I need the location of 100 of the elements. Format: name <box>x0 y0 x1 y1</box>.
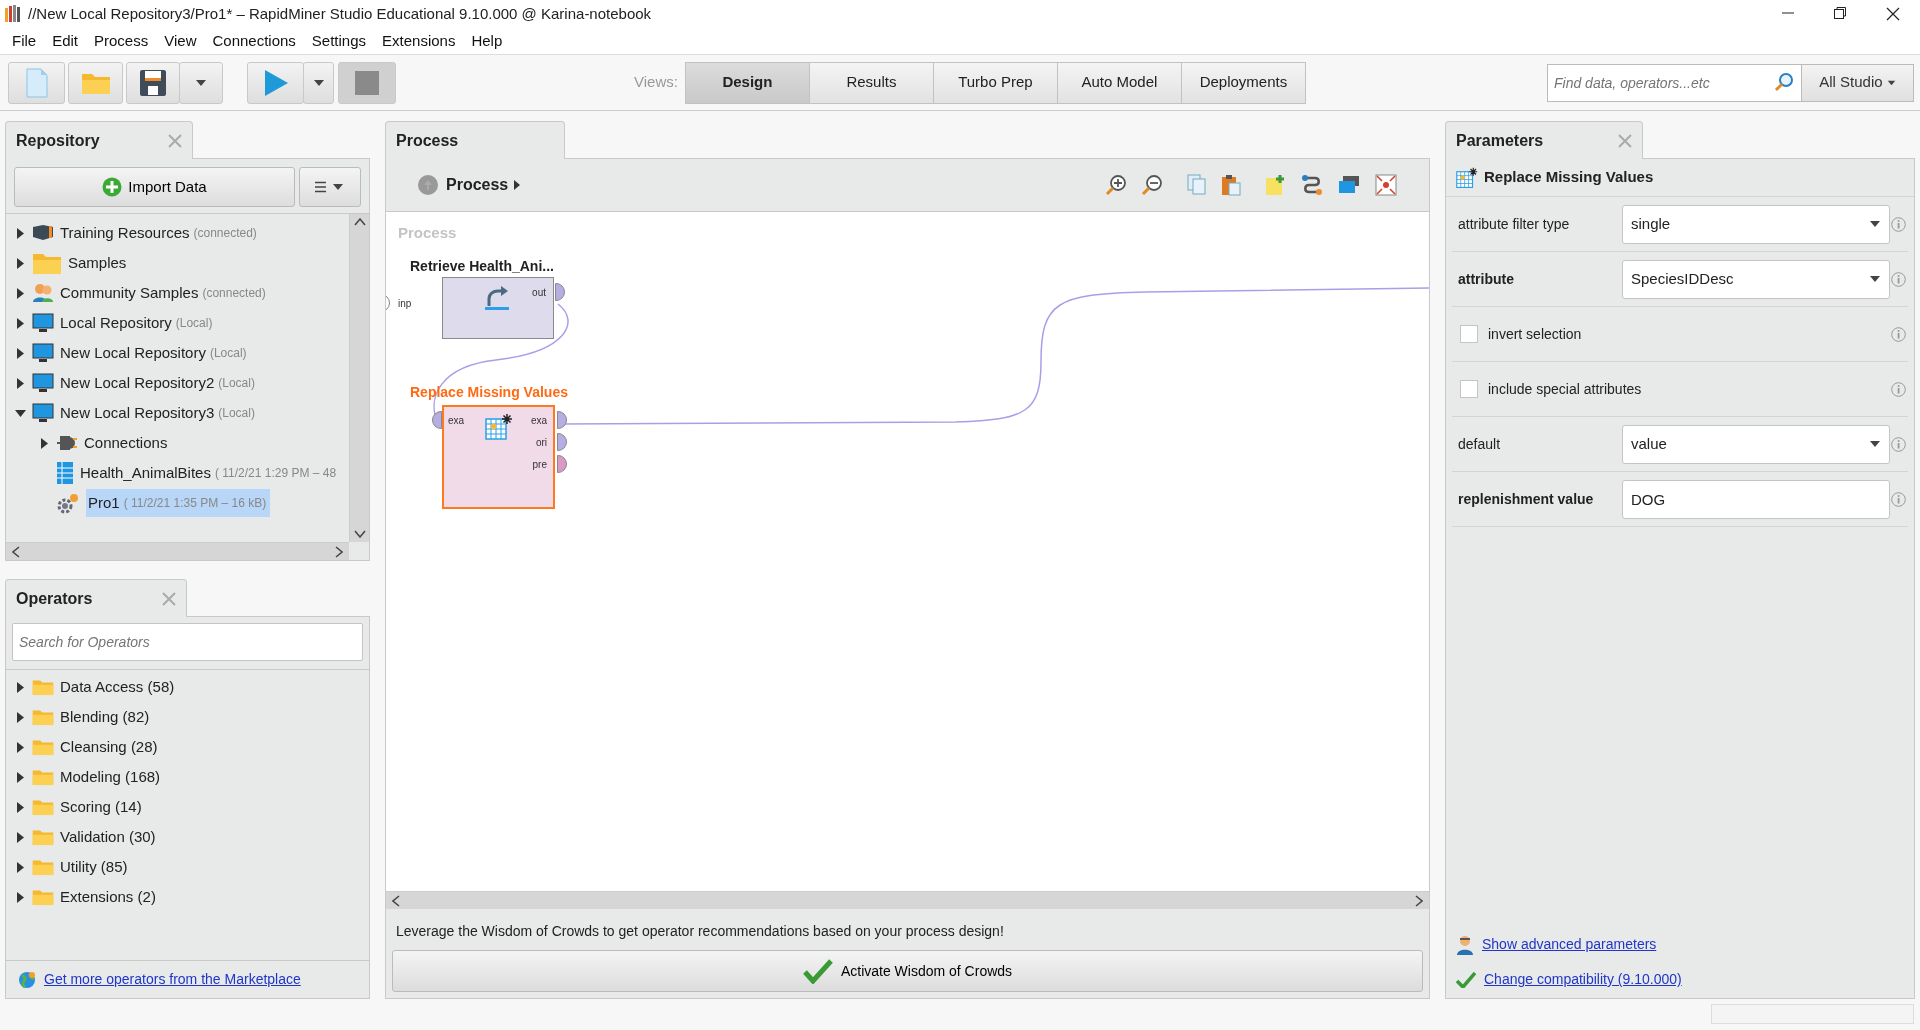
expand-icon[interactable] <box>40 437 48 449</box>
scope-dropdown[interactable]: All Studio <box>1802 63 1914 102</box>
operator-node[interactable] <box>442 405 555 509</box>
caret-icon <box>1869 220 1881 228</box>
activate-button[interactable]: Activate Wisdom of Crowds <box>392 950 1423 992</box>
expand-icon[interactable] <box>16 681 24 693</box>
parameter-link[interactable]: Show advanced parameters <box>1482 934 1657 955</box>
horizontal-scrollbar[interactable] <box>386 891 1429 909</box>
expand-icon[interactable] <box>16 377 24 389</box>
dropdown[interactable]: SpeciesIDDesc <box>1622 259 1890 299</box>
tree-item[interactable]: Connections <box>84 431 168 455</box>
tree-item[interactable]: Community Samples (connected) <box>60 281 266 305</box>
tree-item[interactable]: New Local Repository3 (Local) <box>60 401 255 425</box>
menu-item[interactable]: Extensions <box>374 29 464 53</box>
menu-item[interactable]: Help <box>463 29 511 53</box>
menu-icon <box>315 181 345 193</box>
dropdown[interactable]: value <box>1622 424 1890 464</box>
import-data-button[interactable]: Import Data <box>14 167 295 207</box>
search-field[interactable]: Search for Operators <box>12 623 363 661</box>
port[interactable] <box>557 433 567 451</box>
scroll-down-icon[interactable] <box>353 530 366 538</box>
operator-node[interactable] <box>442 277 554 339</box>
search-icon[interactable] <box>1774 71 1794 92</box>
menu-item[interactable]: Connections <box>204 29 304 53</box>
horizontal-scrollbar[interactable] <box>6 542 349 560</box>
zoom-out-icon[interactable] <box>1141 174 1163 196</box>
expand-icon[interactable] <box>16 257 24 269</box>
expand-icon[interactable] <box>16 227 24 239</box>
port[interactable] <box>432 411 442 429</box>
operator-group[interactable]: Blending (82) <box>60 705 150 729</box>
operator-group[interactable]: Extensions (2) <box>60 885 156 909</box>
expand-icon[interactable] <box>16 711 24 723</box>
expand-icon[interactable] <box>16 317 24 329</box>
expand-icon[interactable] <box>16 287 24 299</box>
port[interactable] <box>557 411 567 429</box>
tree-item[interactable]: Training Resources (connected) <box>60 221 257 245</box>
stop-button[interactable] <box>338 61 396 104</box>
port[interactable] <box>557 455 567 473</box>
operator-group[interactable]: Validation (30) <box>60 825 156 849</box>
layers-icon[interactable] <box>1337 174 1361 196</box>
tree-item[interactable]: Pro1 ( 11/2/21 1:35 PM – 16 kB) <box>86 488 271 518</box>
operator-title: Replace Missing Values <box>410 383 568 402</box>
operator-group[interactable]: Modeling (168) <box>60 765 161 789</box>
expand-icon[interactable] <box>16 891 24 903</box>
parameter-link[interactable]: Change compatibility (9.10.000) <box>1484 969 1682 990</box>
menu-item[interactable]: View <box>156 29 205 53</box>
menu-button[interactable] <box>299 167 361 207</box>
scroll-up-icon[interactable] <box>353 218 366 226</box>
fit-view-icon[interactable] <box>1375 174 1397 196</box>
menu-item[interactable]: Edit <box>44 29 87 53</box>
run-button[interactable] <box>247 61 304 104</box>
zoom-in-icon[interactable] <box>1105 174 1127 196</box>
menu-item[interactable]: Process <box>86 29 157 53</box>
tree-item[interactable]: Health_AnimalBites ( 11/2/21 1:29 PM – 48 <box>80 461 337 485</box>
view-tab[interactable]: Results <box>808 61 934 104</box>
menu-item[interactable]: File <box>4 29 45 53</box>
checkbox[interactable] <box>1460 325 1478 343</box>
paste-icon[interactable] <box>1221 174 1241 196</box>
tree-item[interactable]: Local Repository (Local) <box>60 311 213 335</box>
search-field[interactable]: Find data, operators...etc <box>1547 63 1802 102</box>
expand-icon[interactable] <box>16 801 24 813</box>
add-note-icon[interactable] <box>1265 174 1287 196</box>
view-tab[interactable]: Deployments <box>1180 61 1306 104</box>
operator-group[interactable]: Scoring (14) <box>60 795 142 819</box>
menu-item[interactable]: Settings <box>303 29 375 53</box>
scroll-left-icon[interactable] <box>392 894 400 907</box>
restore-icon[interactable] <box>1834 7 1846 19</box>
monitor-icon <box>32 373 54 393</box>
operator-group[interactable]: Data Access (58) <box>60 675 175 699</box>
expand-icon[interactable] <box>16 771 24 783</box>
breadcrumb-link[interactable]: Process <box>446 173 509 197</box>
scroll-left-icon[interactable] <box>12 545 20 558</box>
checkbox[interactable] <box>1460 380 1478 398</box>
marketplace-link[interactable]: Get more operators from the Marketplace <box>44 969 301 990</box>
expand-icon[interactable] <box>16 831 24 843</box>
operator-group[interactable]: Utility (85) <box>60 855 128 879</box>
operator-group[interactable]: Cleansing (28) <box>60 735 158 759</box>
expand-icon[interactable] <box>16 741 24 753</box>
expand-icon[interactable] <box>16 347 24 359</box>
view-tab[interactable]: Turbo Prep <box>932 61 1058 104</box>
table-icon <box>484 413 513 441</box>
dropdown[interactable]: single <box>1622 204 1890 244</box>
tree-item[interactable]: New Local Repository (Local) <box>60 341 247 365</box>
breadcrumb-arrow-icon[interactable] <box>514 180 521 190</box>
run-options-button[interactable] <box>303 61 334 104</box>
save-button[interactable] <box>126 61 180 104</box>
port-label: exa <box>530 414 547 428</box>
scroll-right-icon[interactable] <box>335 545 343 558</box>
view-tab[interactable]: Design <box>684 61 810 104</box>
connect-icon[interactable] <box>1301 174 1323 196</box>
view-tab[interactable]: Auto Model <box>1056 61 1182 104</box>
close-icon[interactable] <box>1886 7 1900 21</box>
port[interactable] <box>555 283 565 301</box>
vertical-scrollbar[interactable] <box>349 214 369 542</box>
tree-item[interactable]: Samples <box>68 251 127 275</box>
text-field[interactable]: DOG <box>1622 479 1890 519</box>
collapse-icon[interactable] <box>14 409 26 417</box>
expand-icon[interactable] <box>16 861 24 873</box>
scroll-right-icon[interactable] <box>1415 894 1423 907</box>
tree-item[interactable]: New Local Repository2 (Local) <box>60 371 255 395</box>
